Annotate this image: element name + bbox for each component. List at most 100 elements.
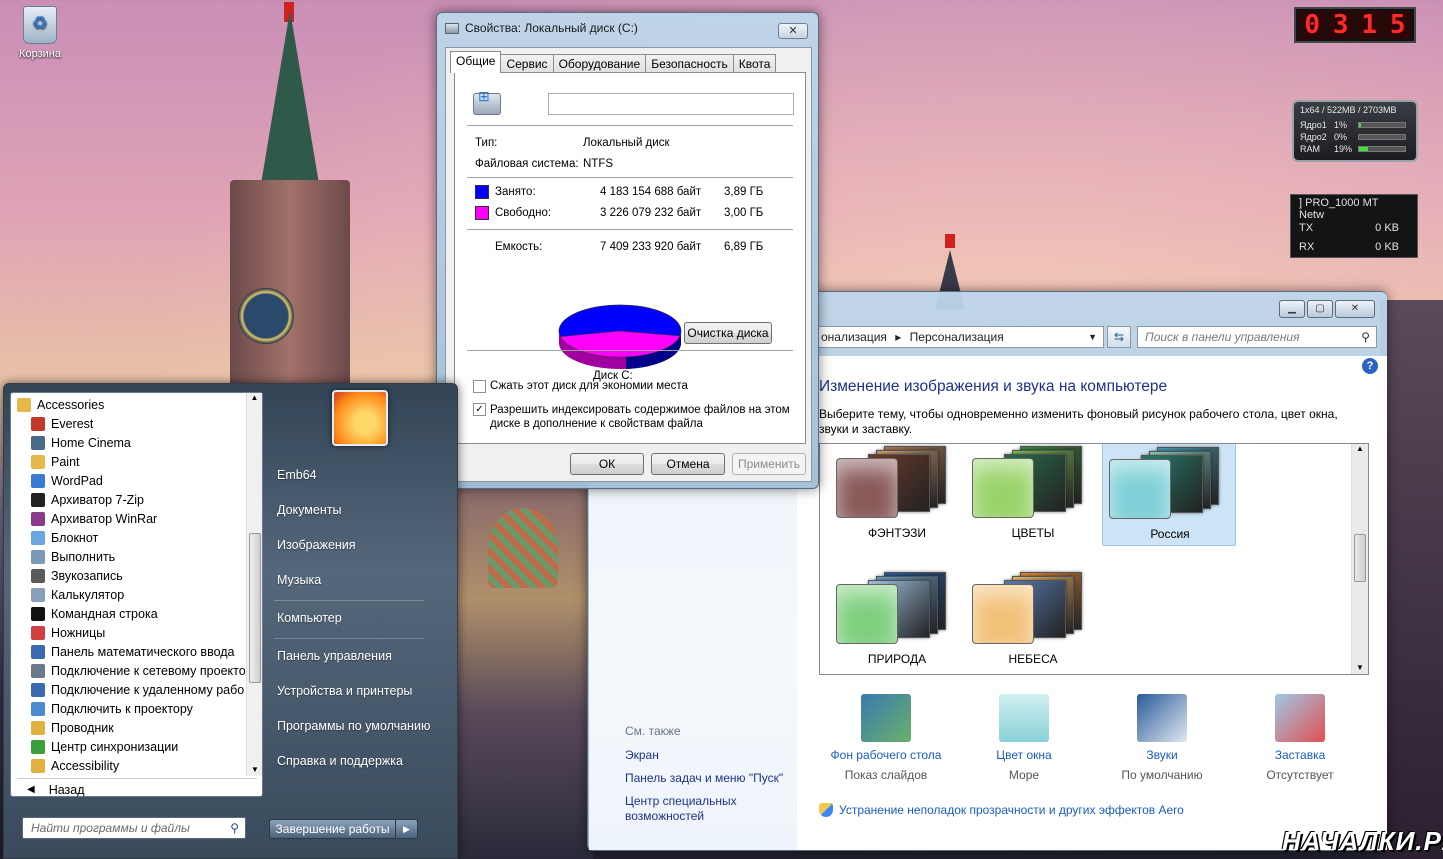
recycle-bin[interactable]: Корзина	[12, 6, 68, 60]
start-right-item[interactable]: Устройства и принтеры	[277, 684, 412, 698]
program-item[interactable]: Проводник	[31, 718, 245, 737]
help-icon[interactable]: ?	[1362, 358, 1378, 374]
program-item[interactable]: Архиватор WinRar	[31, 509, 245, 528]
used-gb: 3,89 ГБ	[724, 186, 764, 198]
tab-2[interactable]: Оборудование	[552, 54, 647, 73]
tab-4[interactable]: Квота	[732, 54, 777, 73]
cpu-meter-gadget[interactable]: 1x64 / 522MB / 2703MB Ядро1 1% Ядро2 0% RAM 1…	[1292, 100, 1418, 162]
start-search-input[interactable]: Найти программы и файлы ⚲	[22, 817, 246, 839]
program-item[interactable]: Paint	[31, 452, 245, 471]
breadcrumb-segment[interactable]: онализация	[821, 330, 887, 344]
chevron-down-icon[interactable]: ▼	[1088, 327, 1097, 347]
start-right-item[interactable]: Компьютер	[277, 611, 342, 625]
setting-link[interactable]: Цвет окна	[954, 748, 1094, 762]
aero-troubleshoot-link[interactable]: Устранение неполадок прозрачности и друг…	[819, 803, 1184, 817]
theme-item[interactable]: ПРИРОДА	[830, 564, 964, 672]
clock-gadget[interactable]: 0 3 1 5	[1294, 7, 1416, 43]
search-icon[interactable]: ⚲	[230, 818, 239, 838]
program-item[interactable]: Everest	[31, 414, 245, 433]
program-icon	[31, 682, 45, 697]
program-label: Звукозапись	[51, 568, 123, 583]
start-right-item[interactable]: Документы	[277, 503, 341, 517]
type-label: Тип:	[475, 137, 498, 149]
setting-link[interactable]: Звуки	[1092, 748, 1232, 762]
program-item[interactable]: Ножницы	[31, 623, 245, 642]
index-checkbox[interactable]: ✓	[473, 403, 486, 416]
search-input[interactable]: Поиск в панели управления ⚲	[1137, 326, 1377, 348]
personalization-setting[interactable]: Звуки По умолчанию	[1092, 694, 1232, 782]
refresh-button[interactable]: ⇆	[1107, 326, 1131, 348]
network-adapter: ] PRO_1000 MT Netw	[1299, 196, 1379, 221]
program-label: Home Cinema	[51, 435, 131, 450]
see-also-display[interactable]: Экран	[625, 748, 659, 762]
address-bar[interactable]: онализация ▸ Персонализация ▼	[818, 326, 1104, 348]
personalization-setting[interactable]: Заставка Отсутствует	[1230, 694, 1370, 782]
program-icon	[31, 530, 45, 545]
disk-cleanup-button[interactable]: Очистка диска	[684, 322, 772, 344]
theme-name: Россия	[1150, 527, 1190, 541]
setting-link[interactable]: Фон рабочего стола	[816, 748, 956, 762]
compress-checkbox[interactable]	[473, 380, 486, 393]
program-item[interactable]: Подключение к сетевому проекто	[31, 661, 245, 680]
program-item[interactable]: Выполнить	[31, 547, 245, 566]
breadcrumb-separator-icon[interactable]: ▸	[895, 330, 901, 344]
start-right-item[interactable]: Изображения	[277, 538, 356, 552]
program-item[interactable]: Калькулятор	[31, 585, 245, 604]
see-also-taskbar[interactable]: Панель задач и меню "Пуск"	[625, 771, 783, 785]
breadcrumb-segment[interactable]: Персонализация	[910, 330, 1004, 344]
program-item[interactable]: Подключение к удаленному рабо	[31, 680, 245, 699]
close-button[interactable]: ✕	[1335, 300, 1375, 318]
cancel-button[interactable]: Отмена	[651, 453, 725, 475]
theme-color-swatch	[1109, 459, 1171, 519]
start-right-item[interactable]: Программы по умолчанию	[277, 719, 430, 733]
volume-name-field[interactable]	[548, 93, 794, 115]
tab-3[interactable]: Безопасность	[645, 54, 734, 73]
user-avatar[interactable]	[332, 390, 388, 446]
program-list-scrollbar[interactable]: ▲ ▼	[246, 393, 262, 776]
back-button[interactable]: ◀ Назад	[17, 778, 257, 800]
personalization-setting[interactable]: Цвет окна Море	[954, 694, 1094, 782]
shutdown-control[interactable]: Завершение работы ▶	[269, 819, 418, 839]
folder-accessories[interactable]: Accessories	[17, 395, 231, 414]
ok-button[interactable]: ОК	[570, 453, 644, 475]
personalization-setting[interactable]: Фон рабочего стола Показ слайдов	[816, 694, 956, 782]
disk-properties-dialog[interactable]: Свойства: Локальный диск (C:) ✕ Общие Сер…	[436, 12, 819, 489]
program-item[interactable]: Командная строка	[31, 604, 245, 623]
setting-link[interactable]: Заставка	[1230, 748, 1370, 762]
program-item[interactable]: Панель математического ввода	[31, 642, 245, 661]
program-item[interactable]: Блокнот	[31, 528, 245, 547]
network-meter-gadget[interactable]: ] PRO_1000 MT Netw TX 0 KB RX 0 KB	[1290, 194, 1418, 258]
maximize-button[interactable]: ▢	[1307, 300, 1333, 318]
start-menu[interactable]: Accessories Everest Home Cinema Paint WordP…	[3, 383, 458, 859]
start-right-item[interactable]: Панель управления	[277, 649, 392, 663]
program-list[interactable]: Accessories Everest Home Cinema Paint WordP…	[10, 392, 263, 797]
theme-item[interactable]: ФЭНТЭЗИ	[830, 444, 964, 546]
theme-list[interactable]: ФЭНТЭЗИ ЦВЕТЫ Россия ПРИРОДА НЕБЕСА ▲ ▼	[819, 443, 1369, 675]
program-item[interactable]: WordPad	[31, 471, 245, 490]
tab-1[interactable]: Сервис	[500, 54, 554, 73]
program-item[interactable]: Home Cinema	[31, 433, 245, 452]
theme-list-scrollbar[interactable]: ▲ ▼	[1351, 444, 1368, 674]
filesystem-value: NTFS	[583, 158, 614, 170]
minimize-button[interactable]: ▁	[1279, 300, 1305, 318]
program-item[interactable]: Звукозапись	[31, 566, 245, 585]
dialog-titlebar[interactable]: Свойства: Локальный диск (C:)	[437, 13, 818, 43]
start-right-item[interactable]: Музыка	[277, 573, 321, 587]
close-button[interactable]: ✕	[778, 23, 808, 39]
apply-button[interactable]: Применить	[732, 453, 806, 475]
theme-item[interactable]: ЦВЕТЫ	[966, 444, 1100, 546]
program-item[interactable]: Архиватор 7-Zip	[31, 490, 245, 509]
theme-item[interactable]: НЕБЕСА	[966, 564, 1100, 672]
search-icon[interactable]: ⚲	[1361, 327, 1370, 347]
shutdown-button[interactable]: Завершение работы	[269, 819, 396, 839]
shutdown-options-arrow-icon[interactable]: ▶	[396, 819, 418, 839]
see-also-accessibility[interactable]: Центр специальных возможностей	[625, 794, 755, 824]
program-item[interactable]: Accessibility	[31, 756, 245, 775]
program-item[interactable]: Центр синхронизации	[31, 737, 245, 756]
program-item[interactable]: Подключить к проектору	[31, 699, 245, 718]
tab-0[interactable]: Общие	[450, 51, 502, 73]
theme-item[interactable]: Россия	[1102, 444, 1236, 546]
start-right-item[interactable]: Справка и поддержка	[277, 754, 403, 768]
start-right-item[interactable]: Emb64	[277, 468, 317, 482]
folder-icon	[17, 397, 31, 412]
